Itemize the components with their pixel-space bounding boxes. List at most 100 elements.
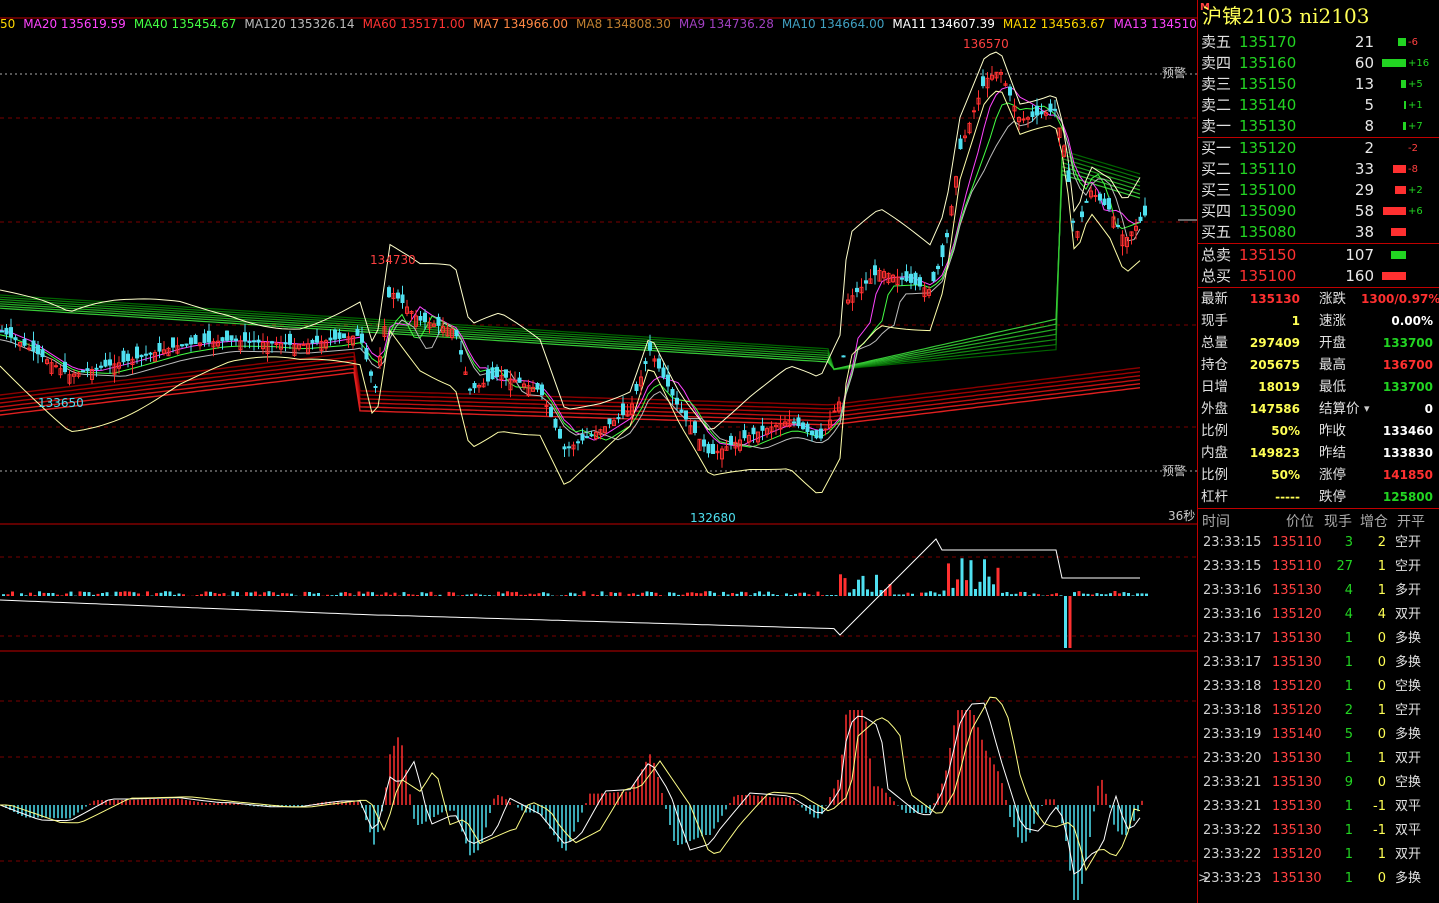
order-book-row[interactable]: 卖五 135170 21 -6 bbox=[1198, 32, 1439, 53]
oi-bar bbox=[362, 593, 365, 596]
tick-row[interactable]: 23:33:20 135130 1 1 双开 bbox=[1198, 747, 1439, 771]
order-book-row[interactable]: 卖四 135160 60 +16 bbox=[1198, 53, 1439, 74]
oi-bar bbox=[578, 595, 581, 596]
stat-label: 比例 bbox=[1201, 423, 1228, 439]
oi-bar bbox=[969, 560, 973, 596]
oi-bar bbox=[573, 593, 577, 596]
oi-bar bbox=[389, 594, 392, 596]
oi-bar bbox=[177, 593, 181, 596]
candle-body bbox=[135, 346, 139, 359]
tick-row[interactable]: 23:33:16 135120 4 4 双开 bbox=[1198, 603, 1439, 627]
tick-price: 135130 bbox=[1272, 631, 1322, 646]
tick-oi-change: -1 bbox=[1373, 799, 1386, 814]
order-book-row[interactable]: 总买 135100 160 bbox=[1198, 266, 1439, 287]
candle-body bbox=[589, 434, 594, 437]
tick-row[interactable]: 23:33:15 135110 27 1 空开 bbox=[1198, 555, 1439, 579]
candle-body bbox=[567, 446, 571, 449]
oi-bar bbox=[852, 589, 856, 596]
order-book-row[interactable]: 买一 135120 2 -2 bbox=[1198, 138, 1439, 159]
oi-bar bbox=[452, 592, 455, 596]
candle-body bbox=[981, 76, 985, 87]
candle-body bbox=[423, 312, 427, 323]
oi-bar bbox=[605, 595, 608, 596]
oi-bar bbox=[686, 592, 689, 596]
tick-row[interactable]: 23:33:21 135130 9 0 空换 bbox=[1198, 771, 1439, 795]
oi-bar bbox=[24, 595, 28, 596]
candle-body bbox=[819, 428, 823, 439]
stat-label: 速涨 bbox=[1319, 313, 1346, 329]
order-book-row[interactable]: 买五 135080 38 bbox=[1198, 222, 1439, 243]
candle-body bbox=[616, 417, 621, 420]
tick-row[interactable]: 23:33:21 135130 1 -1 双平 bbox=[1198, 795, 1439, 819]
oi-bar bbox=[924, 592, 928, 596]
order-book-qty: 21 bbox=[1354, 33, 1374, 51]
tick-qty: 1 bbox=[1344, 751, 1353, 766]
oi-line bbox=[0, 538, 1140, 636]
order-book-price: 135110 bbox=[1239, 160, 1297, 178]
oi-bar bbox=[474, 593, 478, 596]
stat-label: 日增 bbox=[1201, 379, 1228, 395]
candle-body bbox=[585, 436, 589, 439]
oi-bar bbox=[996, 567, 1000, 596]
oi-bar bbox=[911, 593, 914, 596]
order-book-row[interactable]: 卖二 135140 5 +1 bbox=[1198, 95, 1439, 116]
volume-bar bbox=[1393, 165, 1406, 173]
order-book-row[interactable]: 买四 135090 58 +6 bbox=[1198, 201, 1439, 222]
tick-row[interactable]: 23:33:16 135130 4 1 多开 bbox=[1198, 579, 1439, 603]
contract-title[interactable]: 沪镍2103 ni2103 bbox=[1202, 0, 1439, 30]
tick-row[interactable]: 23:33:17 135130 1 0 多换 bbox=[1198, 651, 1439, 675]
tick-row[interactable]: 23:33:22 135130 1 -1 双平 bbox=[1198, 819, 1439, 843]
kline-chart-area[interactable]: 136570 134730 133650 132680 预警 预警 36秒 50 MA20 1… bbox=[0, 0, 1216, 903]
order-book-row[interactable]: 总卖 135150 107 bbox=[1198, 245, 1439, 266]
oi-bar bbox=[1005, 592, 1009, 596]
oi-bar bbox=[155, 593, 158, 596]
tick-row[interactable]: 23:33:19 135140 5 0 多换 bbox=[1198, 723, 1439, 747]
oi-bar bbox=[384, 592, 388, 596]
candle-body bbox=[459, 350, 463, 355]
tick-type: 多换 bbox=[1395, 655, 1422, 670]
bollinger-lower bbox=[0, 90, 1141, 494]
oi-bar bbox=[803, 592, 806, 596]
candle-body bbox=[1048, 103, 1053, 112]
tick-row[interactable]: 23:33:23 135130 1 0 多换 > bbox=[1198, 867, 1439, 891]
candle-body bbox=[742, 430, 747, 439]
order-book-price: 135080 bbox=[1239, 223, 1297, 241]
tick-row[interactable]: 23:33:22 135120 1 1 双开 bbox=[1198, 843, 1439, 867]
oi-bar bbox=[1136, 593, 1139, 596]
candle-body bbox=[760, 425, 765, 431]
oi-bar bbox=[677, 594, 680, 596]
kline-chart[interactable]: 136570134730133650132680预警预警36秒 bbox=[0, 0, 1197, 903]
tick-row[interactable]: 23:33:18 135120 2 1 空开 bbox=[1198, 699, 1439, 723]
order-book-row[interactable]: 卖三 135150 13 +5 bbox=[1198, 74, 1439, 95]
stat-value: 135130 bbox=[1249, 292, 1300, 306]
tick-row[interactable]: 23:33:15 135110 3 2 空开 bbox=[1198, 531, 1439, 555]
oi-bar bbox=[429, 591, 433, 596]
candle-body bbox=[184, 343, 189, 346]
oi-bar bbox=[668, 592, 671, 596]
order-book-row[interactable]: 买三 135100 29 +2 bbox=[1198, 180, 1439, 201]
tick-row[interactable]: 23:33:18 135120 1 0 空换 bbox=[1198, 675, 1439, 699]
chevron-down-icon[interactable]: ▾ bbox=[1364, 398, 1370, 420]
oi-bar bbox=[933, 592, 937, 596]
candle-body bbox=[355, 328, 360, 336]
volume-bar bbox=[1404, 101, 1406, 109]
order-book-row[interactable]: 卖一 135130 8 +7 bbox=[1198, 116, 1439, 137]
oi-bar bbox=[690, 592, 694, 596]
tick-oi-change: -1 bbox=[1373, 823, 1386, 838]
stat-label: 涨跌 bbox=[1319, 291, 1346, 307]
tick-row[interactable]: 23:33:17 135130 1 0 多换 bbox=[1198, 627, 1439, 651]
stat-row: 总量 297409 开盘 133700 bbox=[1198, 332, 1439, 354]
order-book-label: 买三 bbox=[1201, 181, 1232, 199]
tick-type: 多换 bbox=[1395, 727, 1422, 742]
oi-bar bbox=[78, 591, 82, 596]
candle-body bbox=[1143, 205, 1147, 216]
order-book-price: 135100 bbox=[1239, 181, 1297, 199]
oi-bar bbox=[218, 593, 221, 596]
candle-body bbox=[400, 294, 405, 303]
candle-body bbox=[958, 138, 963, 150]
oi-bar bbox=[1127, 593, 1130, 596]
stat-label: 涨停 bbox=[1319, 467, 1346, 483]
oi-bar bbox=[96, 593, 100, 596]
candle-body bbox=[693, 421, 697, 433]
order-book-row[interactable]: 买二 135110 33 -8 bbox=[1198, 159, 1439, 180]
